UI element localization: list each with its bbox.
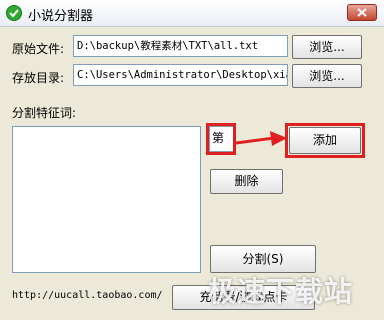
arrow-right-icon <box>236 131 287 146</box>
close-icon <box>357 8 367 17</box>
add-button[interactable]: 添加 <box>289 127 361 154</box>
delete-button[interactable]: 删除 <box>210 169 283 194</box>
split-word-input[interactable]: 第 <box>209 126 235 152</box>
split-words-list[interactable] <box>12 126 201 273</box>
checkmark-app-icon <box>6 5 22 21</box>
window-title: 小说分割器 <box>28 9 94 24</box>
output-dir-input[interactable]: C:\Users\Administrator\Desktop\xiao <box>73 64 288 86</box>
taobao-link[interactable]: http://uucall.taobao.com/ <box>12 290 163 301</box>
source-file-input[interactable]: D:\backup\教程素材\TXT\all.txt <box>73 35 288 57</box>
split-button[interactable]: 分割(S) <box>210 245 316 273</box>
source-file-label: 原始文件: <box>12 42 65 56</box>
title-bar: 小说分割器 <box>0 0 384 27</box>
source-browse-button[interactable]: 浏览... <box>292 35 362 59</box>
output-dir-label: 存放目录: <box>12 71 65 85</box>
split-words-label: 分割特征词: <box>12 106 77 120</box>
watermark-logo: 极速下载站 <box>208 275 354 308</box>
close-button[interactable] <box>347 4 377 21</box>
output-browse-button[interactable]: 浏览... <box>292 64 362 88</box>
